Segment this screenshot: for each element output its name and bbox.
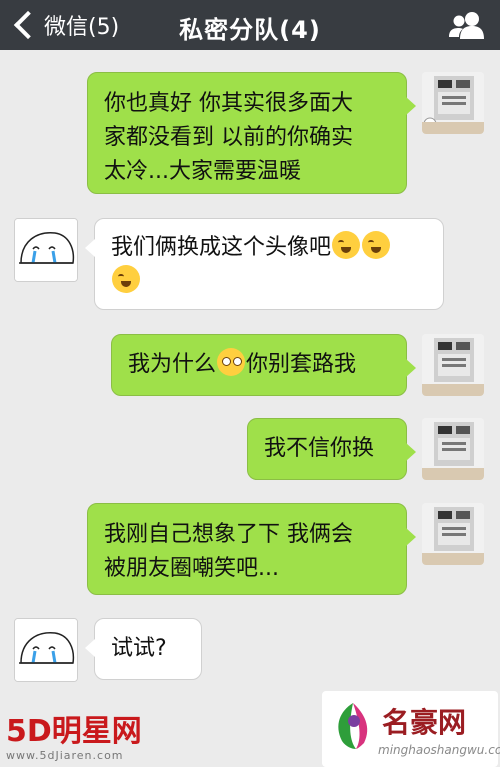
watermark-minghao: 名豪网 minghaoshangwu.com [322, 691, 500, 767]
message-bubble[interactable]: 我们俩换成这个头像吧 [85, 218, 444, 310]
watermark-url: minghaoshangwu.com [378, 743, 500, 757]
message-bubble[interactable]: 你也真好 你其实很多面大 家都没看到 以前的你确实 太冷...大家需要温暖 [87, 72, 416, 194]
watermark-brand: 名豪网 [382, 706, 467, 739]
avatar[interactable] [422, 72, 484, 134]
message-bubble[interactable]: 我为什么 你别套路我 [111, 334, 416, 396]
message-text-line: 你也真好 你其实很多面大 [104, 91, 353, 116]
watermark-url: www.5dJiaren.com [6, 749, 124, 762]
minghao-logo-icon [338, 703, 368, 749]
wide-eyed-emoji [217, 348, 246, 376]
crying-laughing-emoji [112, 265, 140, 293]
crying-laughing-emoji [362, 231, 391, 259]
message-text: 你别套路我 [246, 352, 357, 377]
message-text-line: 我刚自己想象了下 我俩会 [104, 522, 353, 547]
message-text-line: 太冷...大家需要温暖 [104, 159, 301, 184]
message-bubble[interactable]: 我刚自己想象了下 我俩会 被朋友圈嘲笑吧... [87, 503, 416, 595]
avatar[interactable] [14, 218, 78, 282]
message-text: 我们俩换成这个头像吧 [111, 235, 332, 260]
avatar[interactable] [422, 503, 484, 565]
top-navigation-bar: 微信(5) 私密分队(4) [0, 0, 500, 50]
message-text: 我不信你换 [264, 436, 375, 461]
message-text-line: 被朋友圈嘲笑吧... [104, 556, 279, 581]
message-text: 我为什么 [128, 352, 217, 377]
message-text: 试试? [111, 636, 167, 661]
group-members-icon[interactable] [448, 11, 486, 39]
message-text-line: 家都没看到 以前的你确实 [104, 125, 353, 150]
watermark-brand: 5D明星网 [6, 714, 142, 749]
avatar[interactable] [422, 418, 484, 480]
avatar[interactable] [422, 334, 484, 396]
message-bubble[interactable]: 试试? [85, 618, 202, 680]
avatar[interactable] [14, 618, 78, 682]
chat-title: 私密分队(4) [179, 16, 321, 44]
crying-laughing-emoji [332, 231, 361, 259]
message-bubble[interactable]: 我不信你换 [247, 418, 416, 480]
watermark-5djiaren: 5D明星网 www.5dJiaren.com [6, 715, 166, 765]
